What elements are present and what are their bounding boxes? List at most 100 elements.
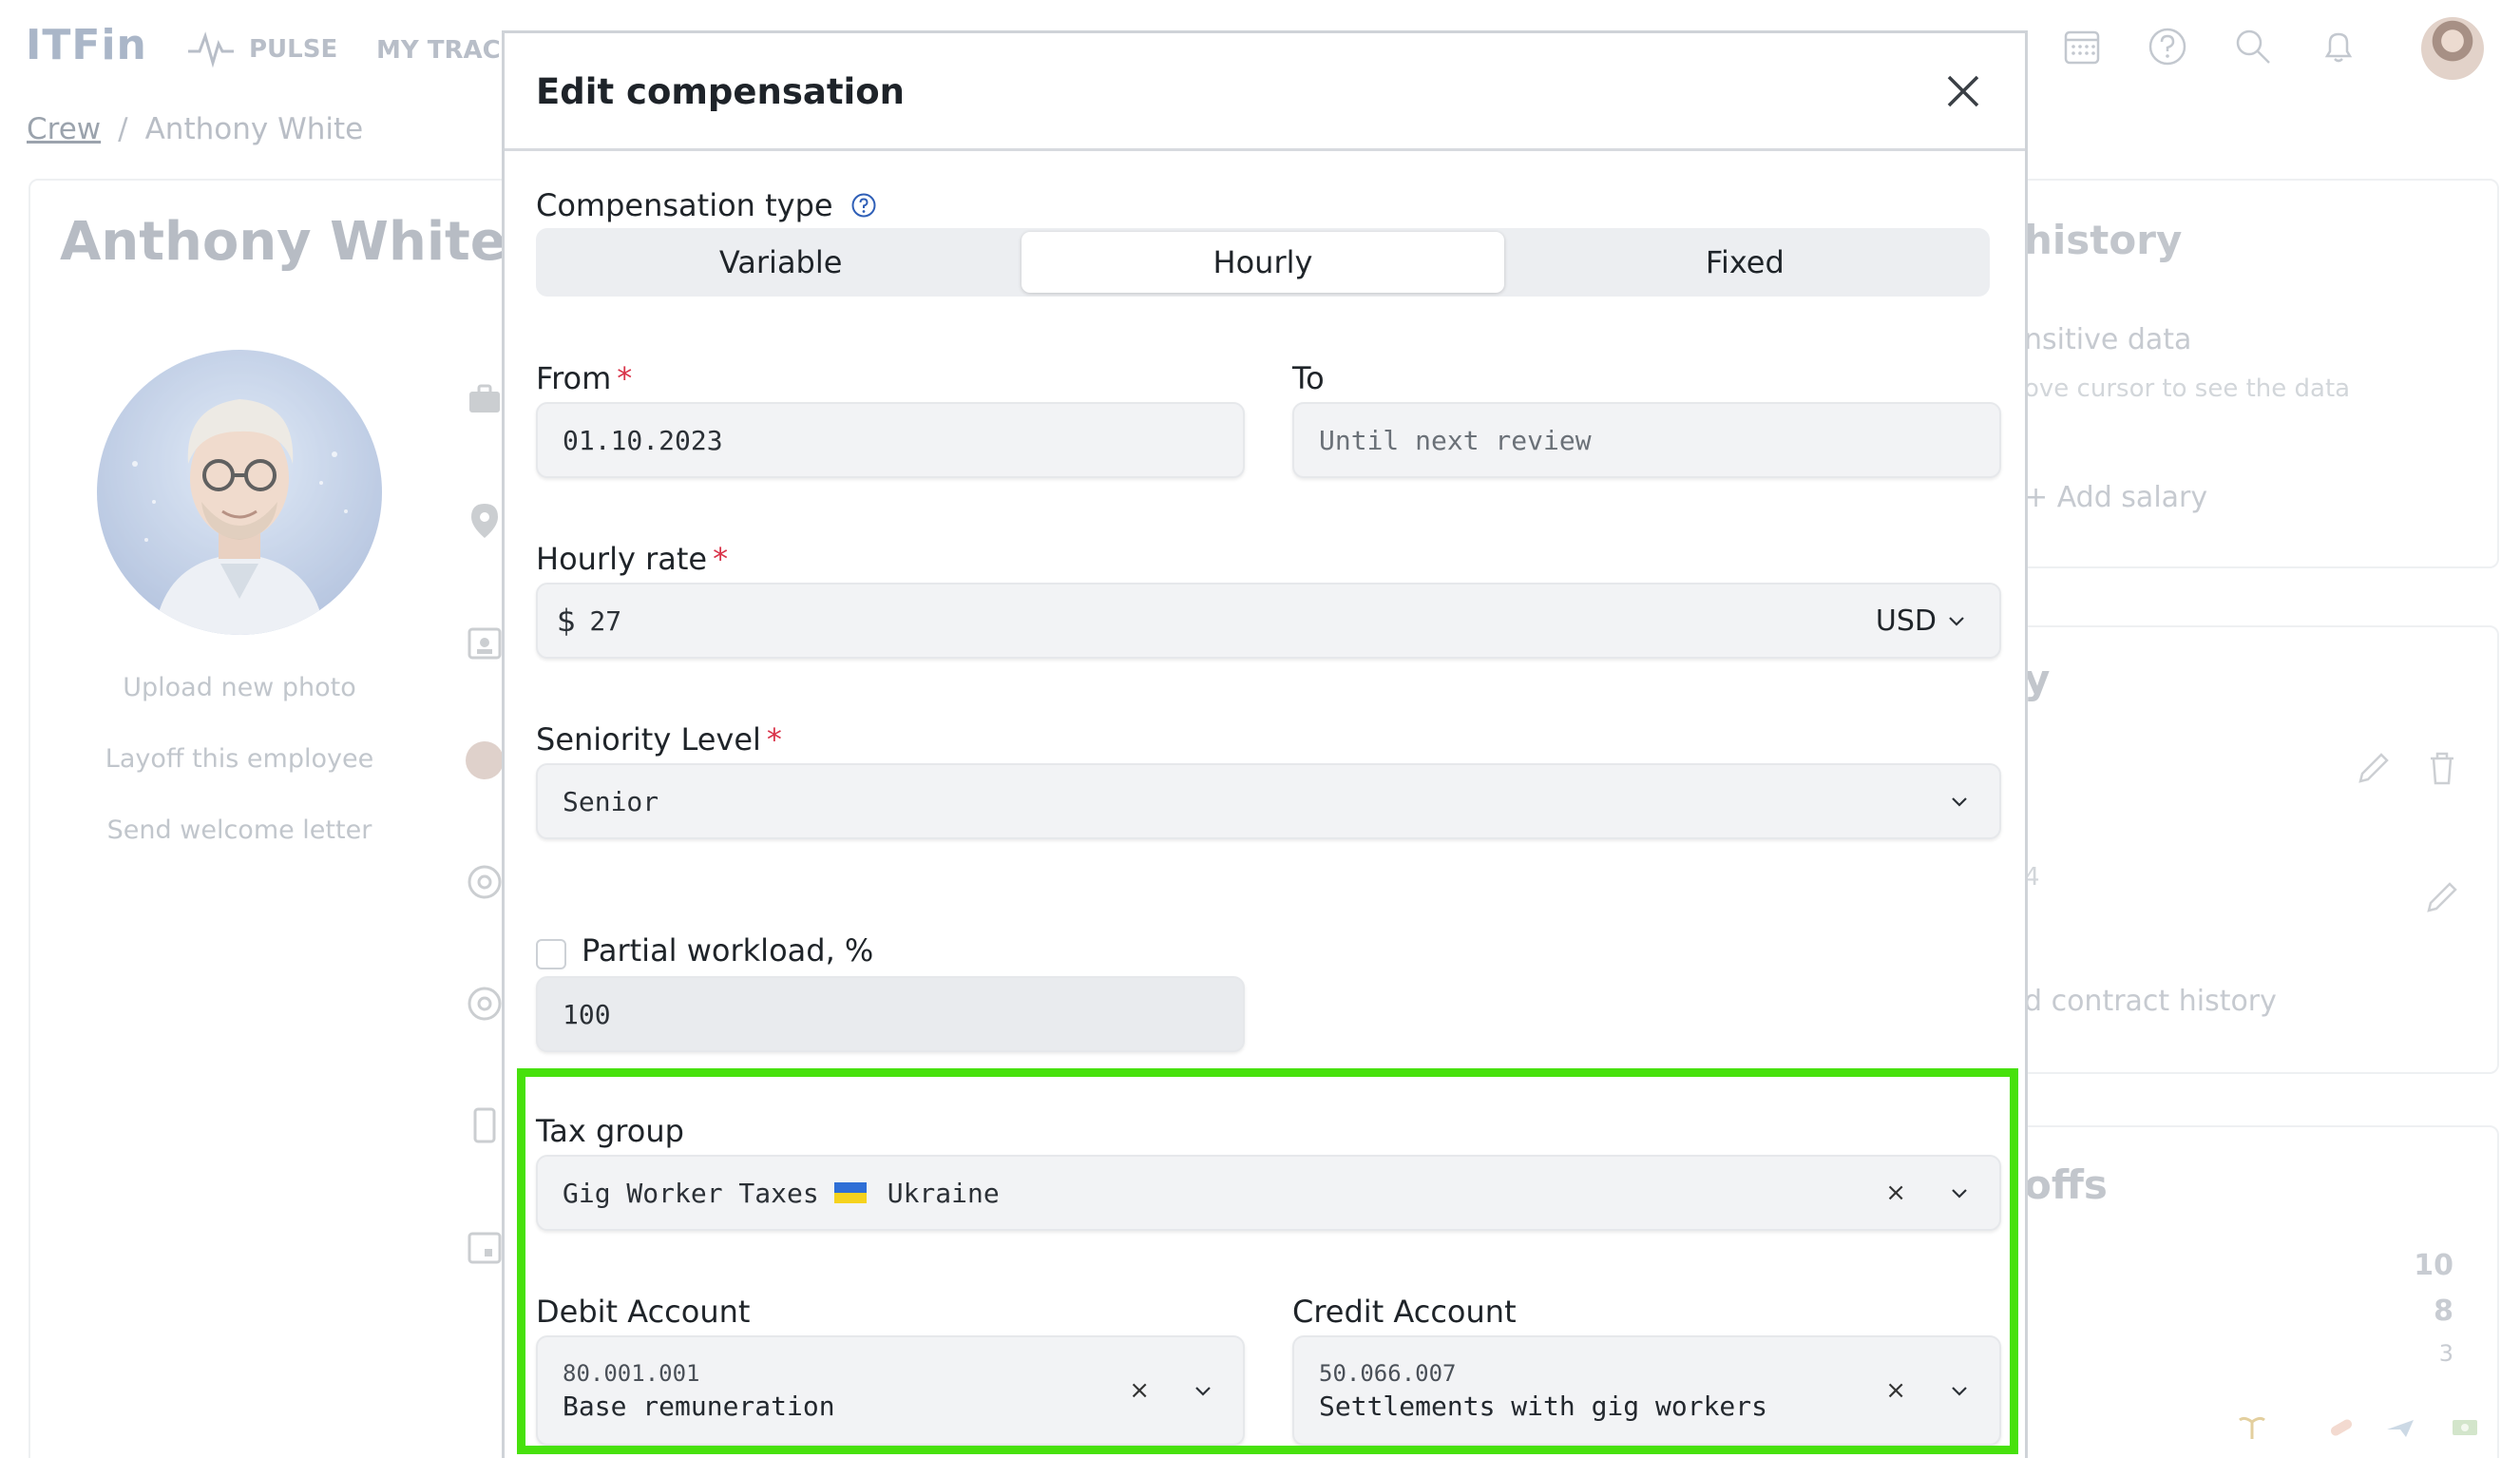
breadcrumb: Crew / Anthony White: [27, 112, 363, 146]
clear-credit-account-button[interactable]: ×: [1885, 1376, 1906, 1405]
chevron-down-icon[interactable]: [1948, 790, 1971, 813]
location-pin-icon: [471, 504, 498, 538]
at-sign-icon: [468, 987, 502, 1021]
bell-icon[interactable]: [2319, 27, 2358, 67]
modal-title: Edit compensation: [536, 71, 905, 112]
required-mark: *: [766, 721, 782, 758]
edit-compensation-modal: Edit compensation Compensation type Vari…: [502, 30, 2028, 1458]
sensitive-data-hint: ove cursor to see the data: [2024, 374, 2351, 403]
from-date-input[interactable]: [563, 424, 1243, 456]
nav-pulse[interactable]: PULSE: [186, 30, 337, 68]
debit-account-select[interactable]: 80.001.001 Base remuneration ×: [536, 1335, 1245, 1446]
hourly-rate-field: $ USD: [536, 583, 2001, 659]
compensation-type-selector: Variable Hourly Fixed: [536, 228, 1990, 297]
debit-account-name: Base remuneration: [563, 1390, 835, 1422]
credit-account-label: Credit Account: [1292, 1294, 1517, 1330]
upload-photo-link[interactable]: Upload new photo: [29, 673, 450, 702]
pencil-icon[interactable]: [2355, 749, 2393, 787]
search-icon[interactable]: [2233, 27, 2273, 67]
required-mark: *: [617, 360, 633, 396]
chevron-down-icon: [1949, 617, 1964, 626]
partial-workload-field: [536, 976, 1245, 1052]
layoff-employee-link[interactable]: Layoff this employee: [29, 744, 450, 774]
dayoffs-count-3: 3: [2438, 1340, 2453, 1367]
send-welcome-letter-link[interactable]: Send welcome letter: [29, 815, 450, 845]
add-salary-button[interactable]: + Add salary: [2024, 481, 2207, 514]
employee-name: Anthony White: [60, 211, 506, 273]
debit-account-code: 80.001.001: [563, 1359, 700, 1387]
briefcase-icon: [469, 384, 500, 412]
manager-avatar-icon: [466, 741, 504, 779]
compensation-type-label: Compensation type: [536, 187, 877, 223]
to-label: To: [1292, 360, 1325, 396]
compensation-type-variable[interactable]: Variable: [540, 232, 1021, 293]
hourly-rate-input[interactable]: [589, 604, 1999, 637]
trash-icon[interactable]: [2423, 749, 2461, 787]
partial-workload-input[interactable]: [563, 998, 1243, 1030]
partial-workload-checkbox[interactable]: [536, 939, 566, 969]
credit-account-controls: ×: [1885, 1337, 1971, 1444]
pill-icon: [2330, 1419, 2353, 1436]
credit-account-code: 50.066.007: [1319, 1359, 1457, 1387]
breadcrumb-current: Anthony White: [144, 112, 364, 146]
top-icon-group: [2062, 27, 2358, 67]
hourly-rate-label-text: Hourly rate: [536, 541, 708, 577]
modal-header: Edit compensation: [505, 33, 2025, 151]
compensation-type-hourly[interactable]: Hourly: [1021, 232, 1504, 293]
help-circle-icon[interactable]: [2148, 27, 2187, 67]
seniority-label-text: Seniority Level: [536, 721, 761, 758]
chevron-down-icon[interactable]: [1948, 1379, 1971, 1402]
seniority-select[interactable]: Senior: [536, 763, 2001, 839]
clear-debit-account-button[interactable]: ×: [1129, 1376, 1150, 1405]
employee-photo: [97, 350, 382, 635]
question-circle-icon[interactable]: [850, 192, 877, 219]
required-mark: *: [713, 541, 729, 577]
calendar-icon: [468, 1232, 502, 1264]
user-avatar[interactable]: [2421, 17, 2484, 80]
from-label-text: From: [536, 360, 612, 396]
partial-workload-label: Partial workload, %: [582, 932, 874, 969]
clear-tax-group-button[interactable]: ×: [1885, 1179, 1906, 1207]
pencil-icon[interactable]: [2423, 878, 2461, 916]
seniority-value: Senior: [563, 785, 659, 817]
dayoffs-count-1: 10: [2414, 1249, 2453, 1282]
at-sign-icon: [468, 865, 502, 899]
sensitive-data-label: nsitive data: [2024, 323, 2192, 356]
dayoffs-title: offs: [2024, 1161, 2108, 1208]
debit-account-label: Debit Account: [536, 1294, 751, 1330]
seniority-label: Seniority Level *: [536, 721, 782, 758]
contract-history-link[interactable]: d contract history: [2024, 985, 2277, 1018]
dayoffs-count-2: 8: [2434, 1295, 2453, 1328]
phone-icon: [473, 1107, 496, 1143]
from-label: From *: [536, 360, 632, 396]
tax-group-select[interactable]: Gig Worker Taxes Ukraine ×: [536, 1155, 2001, 1231]
chevron-down-icon[interactable]: [1192, 1379, 1214, 1402]
app-logo[interactable]: ITFin: [26, 21, 147, 69]
tax-group-controls: ×: [1885, 1157, 1971, 1229]
debit-account-controls: ×: [1129, 1337, 1214, 1444]
compensation-type-label-text: Compensation type: [536, 187, 833, 223]
contract-section-title: y: [2024, 656, 2051, 702]
tax-group-value: Gig Worker Taxes: [563, 1177, 819, 1209]
currency-symbol: $: [557, 603, 577, 639]
chevron-down-icon[interactable]: [1948, 1181, 1971, 1204]
salary-history-title: history: [2024, 217, 2183, 263]
money-icon: [2453, 1420, 2477, 1435]
to-date-field: [1292, 402, 2001, 478]
airplane-icon: [2387, 1420, 2414, 1437]
breadcrumb-crew-link[interactable]: Crew: [27, 112, 101, 146]
ukraine-flag-icon: [833, 1182, 867, 1203]
from-date-field: [536, 402, 1245, 478]
nav-pulse-label: PULSE: [249, 35, 338, 64]
credit-account-select[interactable]: 50.066.007 Settlements with gig workers …: [1292, 1335, 2001, 1446]
pulse-icon: [188, 31, 234, 68]
calendar-grid-icon[interactable]: [2062, 27, 2102, 67]
currency-select[interactable]: USD: [1876, 585, 1967, 657]
calendar-person-icon: [468, 627, 502, 660]
compensation-type-fixed[interactable]: Fixed: [1504, 232, 1986, 293]
to-date-input[interactable]: [1319, 424, 1999, 456]
credit-account-name: Settlements with gig workers: [1319, 1390, 1768, 1422]
close-icon[interactable]: [1943, 71, 1983, 111]
tax-group-label: Tax group: [536, 1113, 684, 1149]
seniority-select-controls: [1948, 765, 1971, 837]
